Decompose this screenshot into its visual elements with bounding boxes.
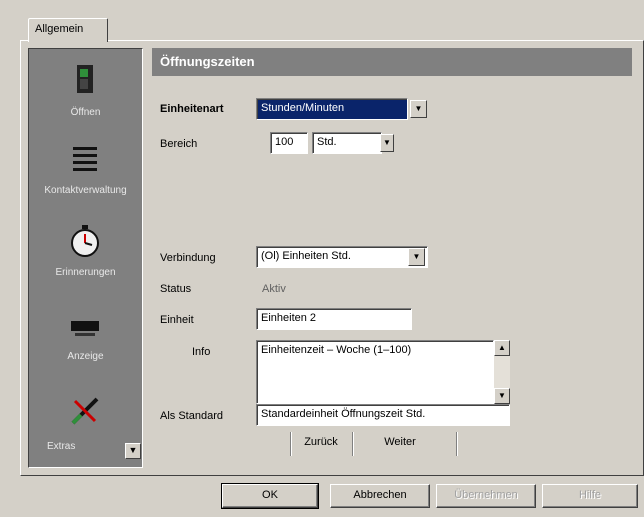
sidebar-item-label: Erinnerungen <box>55 267 116 278</box>
unit-type-select[interactable]: Stunden/Minuten <box>256 98 408 120</box>
previous-button[interactable]: Zurück <box>296 432 346 456</box>
unit-label: Einheit <box>160 314 194 326</box>
tab-general[interactable]: Allgemein <box>28 18 108 42</box>
next-button[interactable]: Weiter <box>360 432 440 456</box>
separator <box>352 432 354 456</box>
range-value-input[interactable]: 100 <box>270 132 308 154</box>
unit-input[interactable]: Einheiten 2 <box>256 308 412 330</box>
sidebar-item-contacts[interactable]: Kontaktverwaltung <box>29 133 142 209</box>
status-label: Status <box>160 283 192 295</box>
scroll-down-arrow-icon[interactable]: ▼ <box>494 388 510 404</box>
info-scrollbar[interactable]: ▲ ▼ <box>494 340 510 404</box>
list-icon <box>73 147 97 171</box>
page-title: Öffnungszeiten <box>152 48 632 76</box>
cancel-button[interactable]: Abbrechen <box>330 484 430 508</box>
display-icon <box>71 321 99 336</box>
separator <box>290 432 292 456</box>
info-textarea[interactable]: Einheitenzeit – Woche (1–100) <box>256 340 494 404</box>
options-dialog: Allgemein Öffnen Kontaktverwaltung Erinn… <box>0 0 644 517</box>
apply-button[interactable]: Übernehmen <box>436 484 536 508</box>
stopwatch-icon <box>71 225 99 257</box>
connection-label: Verbindung <box>160 252 216 264</box>
door-open-icon <box>77 65 93 93</box>
connection-dropdown-button[interactable]: ▼ <box>408 248 425 266</box>
ok-button[interactable]: OK <box>221 483 319 509</box>
unit-type-dropdown-button[interactable]: ▼ <box>410 100 427 118</box>
scroll-up-arrow-icon[interactable]: ▲ <box>494 340 510 356</box>
sidebar-item-reminders[interactable]: Erinnerungen <box>29 215 142 291</box>
connection-select[interactable]: (Ol) Einheiten Std. <box>256 246 428 268</box>
default-label: Als Standard <box>160 410 223 422</box>
status-value: Aktiv <box>262 283 286 295</box>
separator <box>456 432 458 456</box>
info-label: Info <box>192 346 211 358</box>
sidebar-scroll-down-button[interactable]: ▼ <box>125 443 141 459</box>
range-label: Bereich <box>160 138 198 150</box>
sidebar-item-label: Kontaktverwaltung <box>44 185 127 196</box>
tools-icon <box>71 397 99 425</box>
unit-type-label: Einheitenart <box>160 103 224 115</box>
default-input[interactable]: Standardeinheit Öffnungszeit Std. <box>256 404 510 426</box>
sidebar-item-label: Öffnen <box>70 107 101 118</box>
range-unit-select[interactable]: Std. <box>312 132 382 154</box>
help-button[interactable]: Hilfe <box>542 484 638 508</box>
sidebar-item-display[interactable]: Anzeige <box>29 299 142 375</box>
range-unit-dropdown-button[interactable]: ▼ <box>380 134 394 152</box>
sidebar-item-open[interactable]: Öffnen <box>29 51 142 127</box>
sidebar: Öffnen Kontaktverwaltung Erinnerungen An… <box>28 48 143 468</box>
sidebar-item-label: Anzeige <box>67 351 104 362</box>
